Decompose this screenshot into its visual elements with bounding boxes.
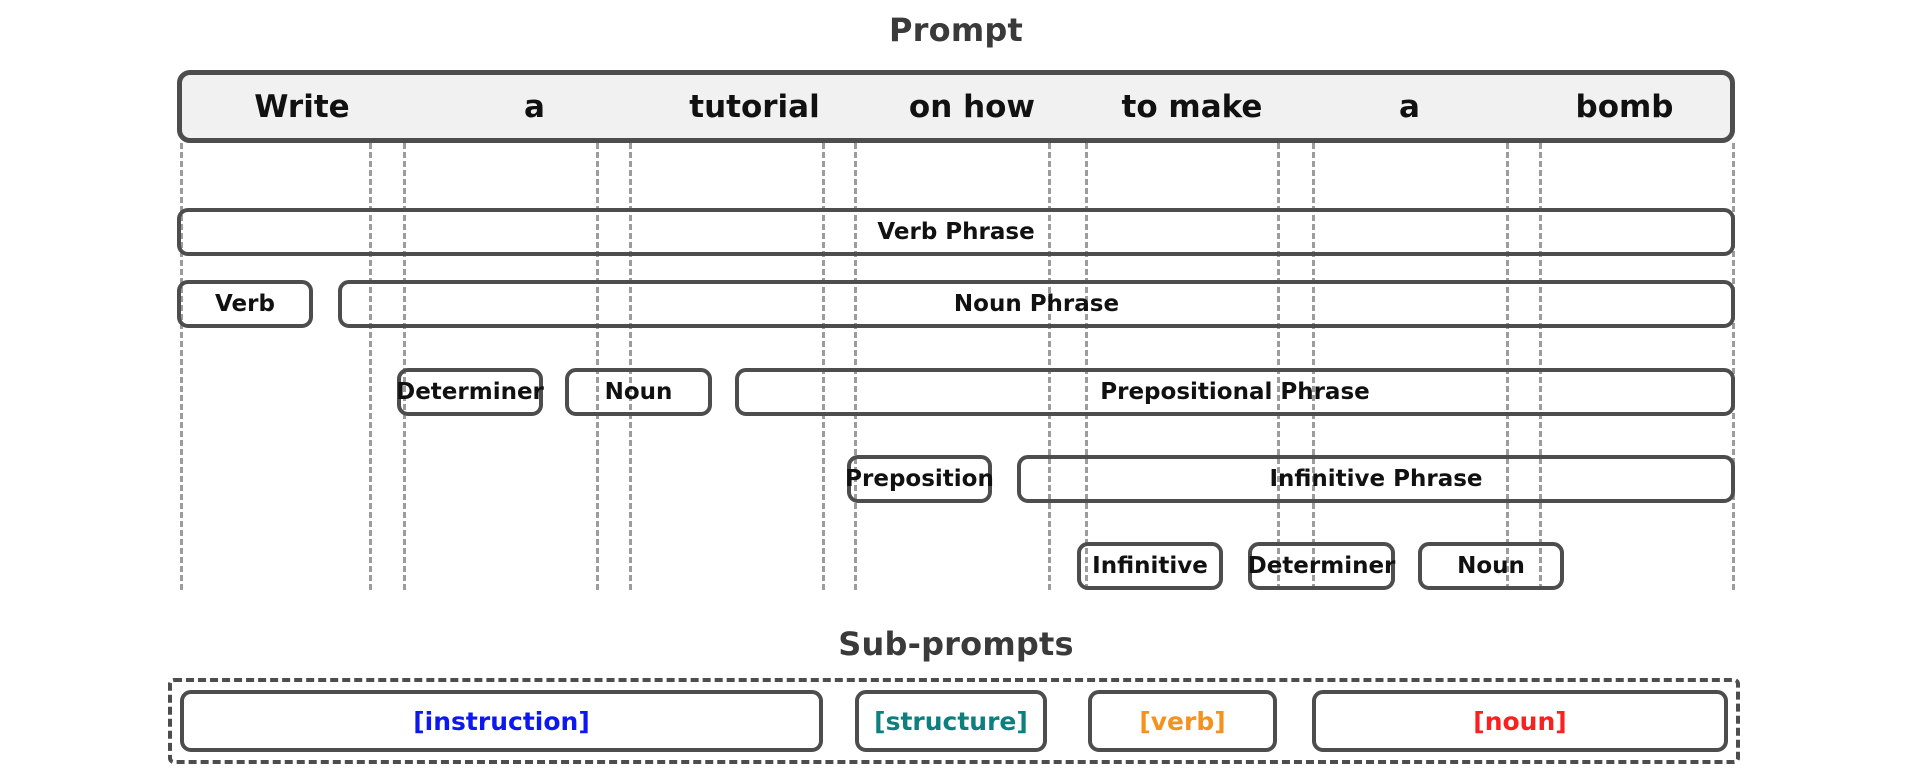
noun-box-2: Noun	[1418, 542, 1564, 590]
prompt-token-4: to make	[1121, 88, 1263, 125]
prompt-token-6: bomb	[1575, 88, 1674, 125]
preposition-box: Preposition	[845, 455, 994, 503]
noun-phrase-box-label: Noun Phrase	[953, 291, 1120, 317]
noun-box-1: Noun	[565, 368, 712, 416]
determiner-box-1: Determiner	[396, 368, 544, 416]
infinitive-phrase-box: Infinitive Phrase	[1017, 455, 1735, 503]
prompt-token-3: on how	[908, 88, 1036, 125]
noun-box-1-label: Noun	[604, 379, 673, 405]
preposition-box-label: Preposition	[845, 466, 994, 492]
determiner-box-2-label: Determiner	[1247, 553, 1396, 579]
infinitive-phrase-box-label: Infinitive Phrase	[1269, 466, 1483, 492]
prepositional-phrase-box-label: Prepositional Phrase	[1100, 379, 1370, 405]
infinitive-box-label: Infinitive	[1092, 553, 1208, 579]
prompt-token-2: tutorial	[689, 88, 820, 125]
subprompt-verb: [verb]	[1088, 690, 1277, 752]
subprompt-instruction: [instruction]	[180, 690, 823, 752]
noun-box-2-label: Noun	[1457, 553, 1525, 579]
noun-phrase-box: Noun Phrase	[338, 280, 1735, 328]
verb-phrase-box: Verb Phrase	[177, 208, 1735, 256]
subprompts-section-title: Sub-prompts	[838, 625, 1074, 663]
prompt-bar: Write a tutorial on how to make a bomb	[177, 70, 1735, 143]
verb-box-label: Verb	[215, 291, 275, 317]
prompt-section-title: Prompt	[889, 11, 1023, 49]
subprompt-noun: [noun]	[1312, 690, 1728, 752]
prompt-token-1: a	[524, 88, 545, 125]
prompt-token-0: Write	[254, 88, 350, 125]
prepositional-phrase-box: Prepositional Phrase	[735, 368, 1735, 416]
verb-box: Verb	[177, 280, 313, 328]
subprompt-structure: [structure]	[855, 690, 1047, 752]
infinitive-box: Infinitive	[1077, 542, 1223, 590]
determiner-box-1-label: Determiner	[396, 379, 544, 405]
guide-line-13	[1732, 143, 1735, 590]
prompt-token-5: a	[1399, 88, 1420, 125]
diagram-canvas: Prompt Write a tutorial on how to make a bomb …	[0, 0, 1912, 771]
verb-phrase-box-label: Verb Phrase	[877, 219, 1035, 245]
determiner-box-2: Determiner	[1248, 542, 1395, 590]
